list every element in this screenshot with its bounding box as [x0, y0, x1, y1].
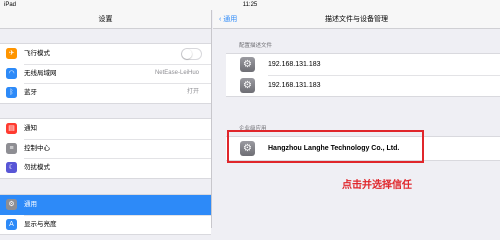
- sidebar-item-label: 通知: [24, 125, 37, 132]
- instruction-annotation: 点击并选择信任: [342, 180, 412, 191]
- profile-gear-icon: ⚙: [240, 57, 255, 72]
- sidebar-item-label: 飞行模式: [24, 50, 50, 57]
- detail-navbar: ‹ 通用 描述文件与设备管理: [213, 10, 500, 29]
- profile-gear-icon: ⚙: [240, 78, 255, 93]
- connectivity-group: ✈ 飞行模式 ◠ 无线局域网 NetEase-LeiHuo ᛒ 蓝牙 打开: [0, 43, 211, 104]
- profile-row[interactable]: ⚙ 192.168.131.183: [226, 54, 500, 75]
- bluetooth-value: 打开: [186, 89, 199, 95]
- sidebar-item-control-center[interactable]: ≡ 控制中心: [0, 138, 211, 159]
- status-bar: iPad 11:25: [0, 0, 500, 10]
- sidebar-item-wifi[interactable]: ◠ 无线局域网 NetEase-LeiHuo: [0, 63, 211, 84]
- sidebar-item-label: 蓝牙: [24, 89, 37, 96]
- profile-name: 192.168.131.183: [268, 82, 321, 89]
- sidebar-item-general[interactable]: ⚙ 通用: [0, 195, 211, 215]
- section-header-profiles: 配置描述文件: [239, 43, 273, 49]
- sidebar-item-label: 无线局域网: [24, 69, 57, 77]
- profile-row[interactable]: ⚙ 192.168.131.183: [226, 75, 500, 96]
- moon-icon: ☾: [6, 162, 17, 173]
- notifications-group: ▤ 通知 ≡ 控制中心 ☾ 勿扰模式: [0, 118, 211, 179]
- general-group: ⚙ 通用 A 显示与亮度: [0, 194, 211, 235]
- sidebar-item-display[interactable]: A 显示与亮度: [0, 214, 211, 235]
- display-icon: A: [6, 218, 17, 230]
- sidebar-item-do-not-disturb[interactable]: ☾ 勿扰模式: [0, 158, 211, 178]
- sidebar-item-label: 显示与亮度: [24, 220, 57, 228]
- highlight-box: [227, 130, 424, 163]
- sidebar-item-bluetooth[interactable]: ᛒ 蓝牙 打开: [0, 83, 211, 103]
- sidebar-item-airplane-mode[interactable]: ✈ 飞行模式: [0, 44, 211, 64]
- gear-icon: ⚙: [6, 199, 17, 210]
- notifications-icon: ▤: [6, 123, 17, 134]
- airplane-mode-toggle[interactable]: [181, 48, 202, 60]
- sidebar-item-label: 勿扰模式: [24, 164, 50, 171]
- settings-sidebar: 设置 ✈ 飞行模式 ◠ 无线局域网 NetEase-LeiHuo ᛒ 蓝牙 打开…: [0, 10, 212, 235]
- page-title: 描述文件与设备管理: [325, 16, 388, 23]
- detail-pane: ‹ 通用 描述文件与设备管理 配置描述文件 ⚙ 192.168.131.183 …: [213, 10, 500, 228]
- bluetooth-icon: ᛒ: [6, 87, 17, 98]
- wifi-network-value: NetEase-LeiHuo: [154, 69, 199, 76]
- sidebar-title: 设置: [0, 10, 211, 29]
- sidebar-item-label: 控制中心: [24, 144, 50, 152]
- airplane-icon: ✈: [6, 48, 17, 59]
- profile-name: 192.168.131.183: [268, 61, 321, 68]
- profiles-group: ⚙ 192.168.131.183 ⚙ 192.168.131.183: [226, 53, 500, 97]
- sidebar-item-notifications[interactable]: ▤ 通知: [0, 119, 211, 139]
- wifi-icon: ◠: [6, 67, 17, 79]
- clock: 11:25: [242, 2, 258, 8]
- sidebar-item-label: 通用: [24, 201, 37, 208]
- control-center-icon: ≡: [6, 142, 17, 154]
